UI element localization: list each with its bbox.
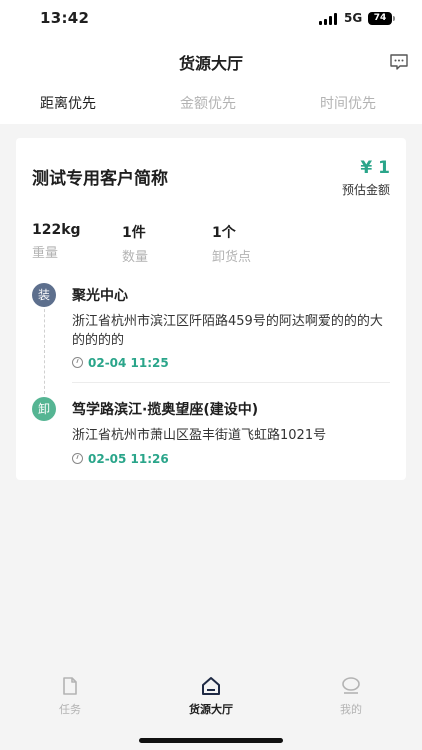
- home-icon: [202, 677, 220, 695]
- weight-value: 122kg: [32, 222, 81, 238]
- order-card[interactable]: 测试专用客户简称 ¥ 1 预估金额 122kg 重量 1件 数量 1个 卸货点 …: [16, 138, 406, 480]
- customer-name: 测试专用客户简称: [32, 169, 168, 189]
- divider: [72, 382, 390, 383]
- profile-icon: [342, 677, 360, 694]
- tabbar-item-tasks[interactable]: 任务: [30, 676, 110, 717]
- bottom-tab-bar: 任务 货源大厅 我的: [0, 670, 422, 750]
- estimated-price: ¥ 1: [360, 158, 390, 178]
- load-location-name: 聚光中心: [72, 288, 128, 304]
- tab-amount[interactable]: 金额优先: [180, 93, 236, 113]
- price-label: 预估金额: [341, 183, 390, 197]
- tabbar-label-mine: 我的: [340, 703, 362, 716]
- sort-tabs: 距离优先 金额优先 时间优先: [0, 82, 422, 124]
- unload-time: 02-05 11:26: [72, 452, 169, 466]
- tabbar-label-hall: 货源大厅: [189, 703, 233, 716]
- load-address: 浙江省杭州市滨江区阡陌路459号的阿达啊爱的的的大的的的的: [72, 314, 383, 348]
- tabbar-item-hall[interactable]: 货源大厅: [171, 676, 251, 717]
- tab-time[interactable]: 时间优先: [320, 93, 376, 113]
- nav-bar: 货源大厅: [0, 40, 422, 82]
- route-line: [44, 304, 45, 394]
- unload-time-text: 02-05 11:26: [88, 452, 169, 466]
- unload-points-value: 1个: [212, 225, 236, 241]
- quantity-label: 数量: [122, 250, 149, 265]
- stat-quantity: 1件 数量: [122, 222, 148, 265]
- status-time: 13:42: [40, 9, 90, 27]
- unload-points-label: 卸货点: [212, 250, 252, 265]
- tabbar-label-tasks: 任务: [59, 703, 81, 716]
- clock-icon: [72, 453, 83, 464]
- quantity-value: 1件: [122, 225, 146, 241]
- message-icon[interactable]: [389, 53, 409, 71]
- stat-unload-points: 1个 卸货点: [212, 222, 251, 265]
- home-indicator: [139, 738, 283, 743]
- status-bar: 13:42 5G 74: [0, 0, 422, 40]
- weight-label: 重量: [32, 246, 59, 261]
- tab-distance[interactable]: 距离优先: [40, 93, 96, 113]
- unload-badge: 卸: [32, 397, 56, 421]
- signal-icon: [319, 13, 339, 25]
- unload-location-name: 笃学路滨江·揽奥望座(建设中): [72, 402, 259, 418]
- tabbar-item-mine[interactable]: 我的: [311, 676, 391, 717]
- load-time-text: 02-04 11:25: [88, 356, 169, 370]
- battery-icon: 74: [368, 12, 395, 25]
- stat-weight: 122kg 重量: [32, 222, 81, 261]
- load-badge: 装: [32, 283, 56, 307]
- unload-address: 浙江省杭州市萧山区盈丰街道飞虹路1021号: [72, 428, 327, 443]
- page-title: 货源大厅: [178, 54, 243, 73]
- clock-icon: [72, 357, 83, 368]
- document-icon: [63, 677, 77, 695]
- load-time: 02-04 11:25: [72, 356, 169, 370]
- network-type: 5G: [344, 11, 363, 25]
